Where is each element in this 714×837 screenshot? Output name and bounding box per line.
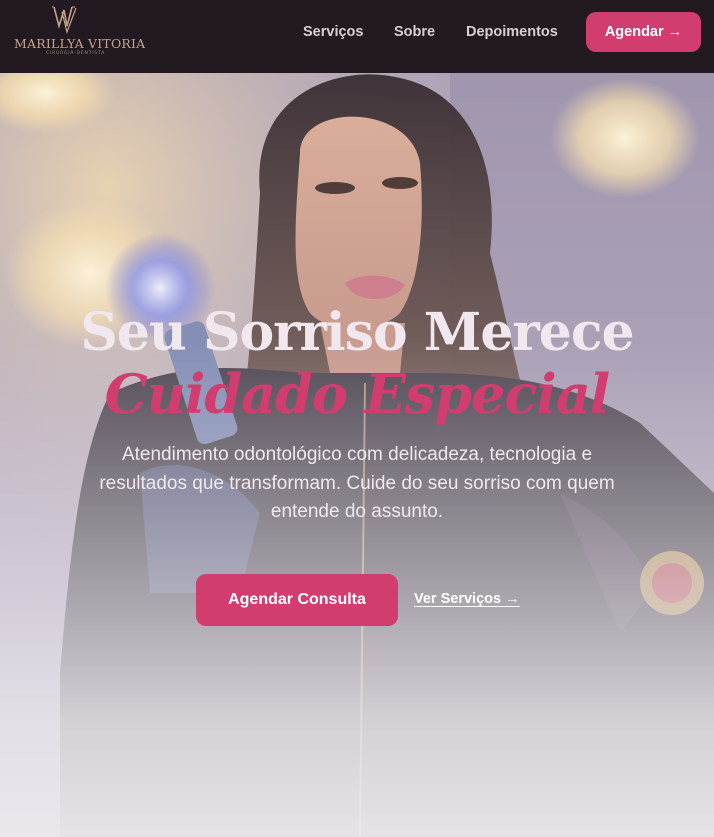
hero-section: Seu Sorriso Merece Cuidado Especial Aten… [0,73,714,837]
nav-schedule-button[interactable]: Agendar → [586,12,701,52]
top-navbar: MARILLYA VITORIA CIRURGIÃ-DENTISTA Servi… [0,0,714,73]
hero-title-line1: Seu Sorriso Merece [80,302,634,363]
brand-subtitle: CIRURGIÃ-DENTISTA [46,51,106,56]
nav-link-depoimentos[interactable]: Depoimentos [466,24,558,40]
hero-content: Seu Sorriso Merece Cuidado Especial Aten… [0,303,714,527]
nav-link-servicos[interactable]: Serviços [303,24,363,40]
hero-actions: Agendar Consulta Ver Serviços → [0,573,714,627]
hero-subtitle: Atendimento odontológico com delicadeza,… [99,444,615,522]
nav-link-sobre[interactable]: Sobre [394,24,435,40]
view-services-link[interactable]: Ver Serviços → [414,591,520,607]
schedule-appointment-button[interactable]: Agendar Consulta [196,574,398,626]
hero-title-line2: Cuidado Especial [104,362,611,426]
